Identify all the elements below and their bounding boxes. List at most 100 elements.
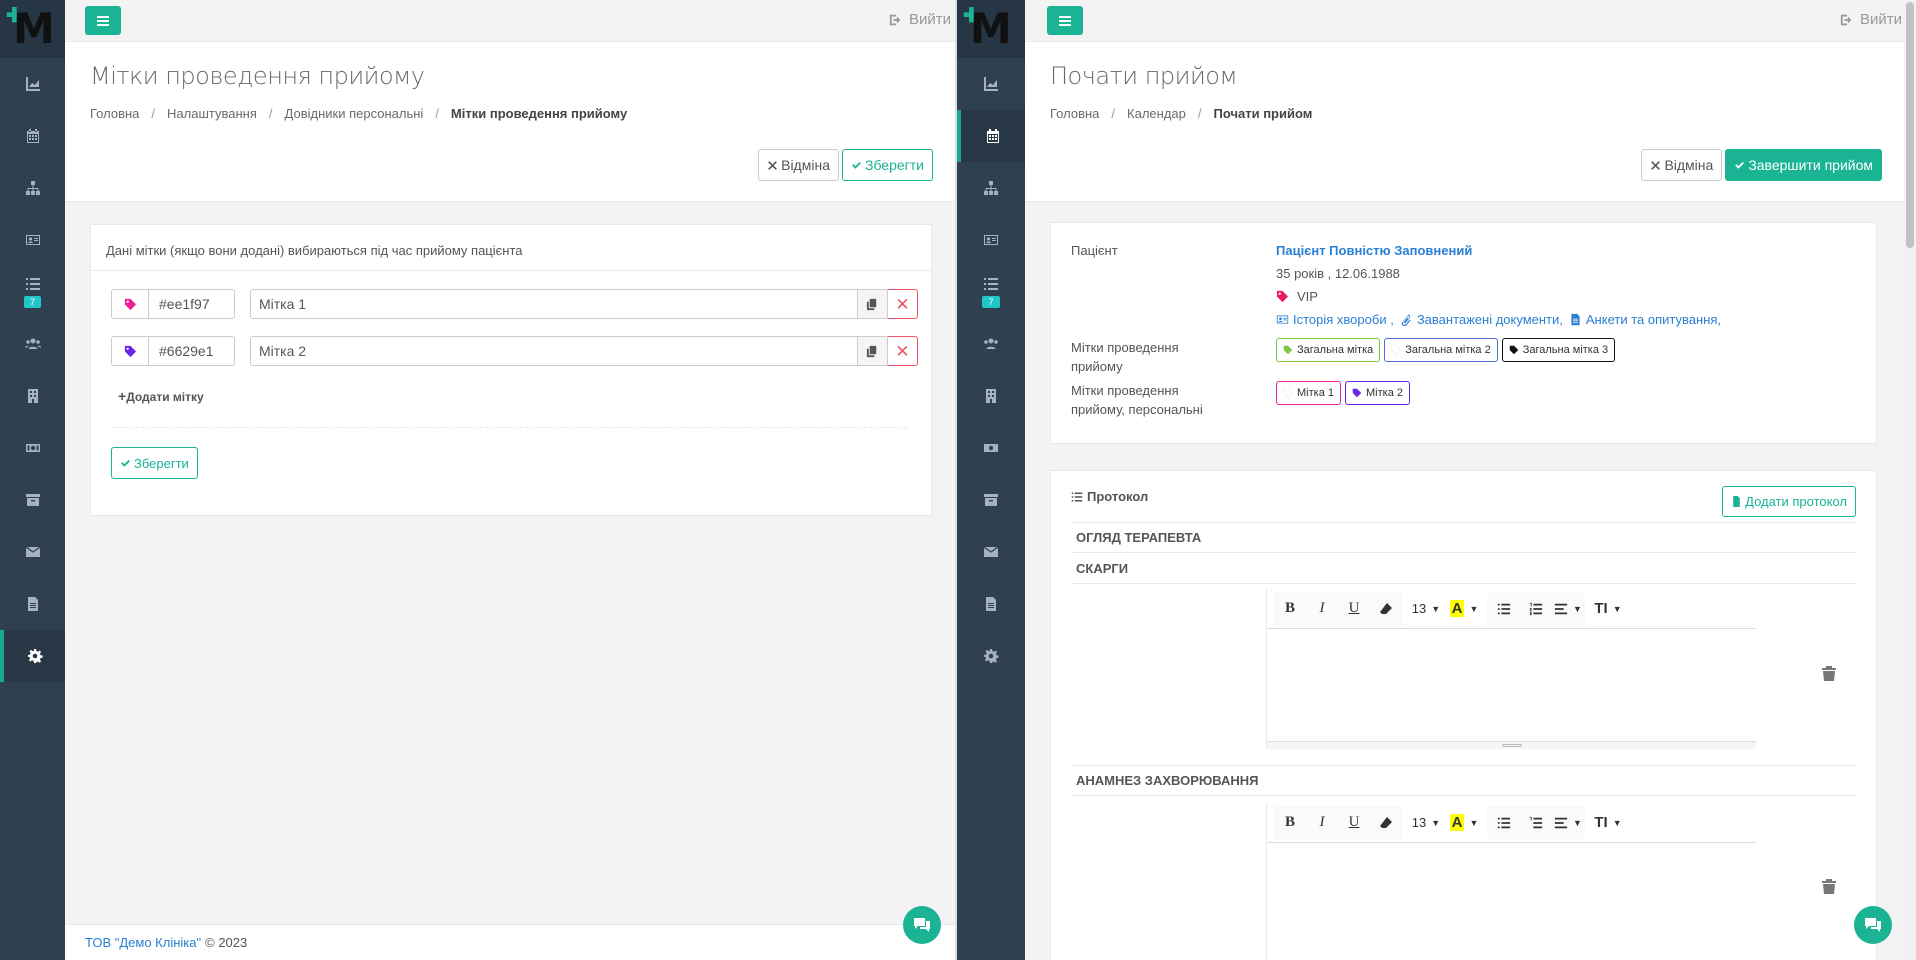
logo-letter: M bbox=[13, 4, 55, 53]
scrollbar-thumb[interactable] bbox=[1906, 2, 1914, 248]
bold-button[interactable]: B bbox=[1275, 808, 1305, 838]
nav-item-contacts[interactable] bbox=[957, 214, 1025, 266]
nav-item-building[interactable] bbox=[957, 370, 1025, 422]
nav-item-calendar[interactable] bbox=[957, 110, 1025, 162]
nav-item-tasks[interactable]: 7 bbox=[0, 266, 65, 318]
tag-color-input[interactable] bbox=[149, 289, 235, 319]
save-button[interactable]: Зберегти bbox=[841, 149, 933, 181]
caret-down-icon: ▼ bbox=[1431, 817, 1441, 828]
tag-name-input[interactable] bbox=[250, 336, 858, 366]
breadcrumb: Головна / Календар / Почати прийом bbox=[1050, 106, 1313, 121]
text-style-button[interactable]: TI ▼ bbox=[1593, 594, 1623, 624]
underline-button[interactable]: U bbox=[1339, 808, 1369, 838]
nav-item-patients[interactable] bbox=[957, 318, 1025, 370]
tag-icon bbox=[1276, 290, 1289, 303]
breadcrumb-personal-dictionaries[interactable]: Довідники персональні bbox=[285, 106, 424, 121]
nav-item-structure[interactable] bbox=[0, 162, 65, 214]
questionnaires-link[interactable]: Анкети та опитування, bbox=[1569, 310, 1721, 329]
nav-item-calendar[interactable] bbox=[0, 110, 65, 162]
file-icon bbox=[27, 597, 38, 611]
nav-item-archive[interactable] bbox=[0, 474, 65, 526]
logout-link[interactable]: Вийти bbox=[889, 11, 951, 28]
italic-button[interactable]: I bbox=[1307, 594, 1337, 624]
delete-section-button[interactable] bbox=[1822, 878, 1836, 894]
text-style-button[interactable]: TI ▼ bbox=[1593, 808, 1623, 838]
font-size-select[interactable]: 13 ▼ bbox=[1411, 594, 1441, 624]
medical-history-link[interactable]: Історія хвороби , bbox=[1276, 310, 1394, 329]
nav-item-dashboard[interactable] bbox=[957, 58, 1025, 110]
nav-item-structure[interactable] bbox=[957, 162, 1025, 214]
add-tag-button[interactable]: +Додати мітку bbox=[118, 388, 204, 404]
tag-chip[interactable]: Мітка 2 bbox=[1345, 381, 1410, 405]
nav-item-archive[interactable] bbox=[957, 474, 1025, 526]
tag-chip[interactable]: Мітка 1 bbox=[1276, 381, 1341, 405]
numbered-list-button[interactable] bbox=[1521, 594, 1551, 624]
menu-toggle-button[interactable] bbox=[1047, 6, 1083, 35]
tag-chip[interactable]: Загальна мітка bbox=[1276, 338, 1381, 362]
copy-tag-button[interactable] bbox=[858, 336, 888, 366]
align-button[interactable]: ▼ bbox=[1553, 808, 1583, 838]
chat-button[interactable] bbox=[903, 906, 941, 944]
patient-name-link[interactable]: Пацієнт Повністю Заповнений bbox=[1276, 241, 1472, 260]
breadcrumb-settings[interactable]: Налаштування bbox=[167, 106, 257, 121]
delete-section-button[interactable] bbox=[1822, 665, 1836, 681]
tag-color-swatch[interactable] bbox=[111, 289, 149, 319]
nav-item-documents[interactable] bbox=[0, 578, 65, 630]
highlight-color-button[interactable]: A ▼ bbox=[1449, 594, 1479, 624]
tag-name-input[interactable] bbox=[250, 289, 858, 319]
cancel-button[interactable]: Відміна bbox=[1641, 149, 1723, 181]
nav-item-documents[interactable] bbox=[957, 578, 1025, 630]
tag-color-swatch[interactable] bbox=[111, 336, 149, 366]
complaints-text-area[interactable] bbox=[1267, 629, 1756, 741]
nav-item-contacts[interactable] bbox=[0, 214, 65, 266]
bold-button[interactable]: B bbox=[1275, 594, 1305, 624]
bullet-list-button[interactable] bbox=[1489, 594, 1519, 624]
form-save-button[interactable]: Зберегти bbox=[111, 447, 198, 479]
bullet-list-button[interactable] bbox=[1489, 808, 1519, 838]
add-protocol-button[interactable]: Додати протокол bbox=[1722, 486, 1856, 517]
nav-item-finance[interactable] bbox=[957, 422, 1025, 474]
tag-chip[interactable]: Загальна мітка 2 bbox=[1384, 338, 1498, 362]
breadcrumb-home[interactable]: Головна bbox=[1050, 106, 1099, 121]
anamnesis-text-area[interactable] bbox=[1267, 843, 1756, 955]
nav-item-settings[interactable] bbox=[0, 630, 65, 682]
resize-handle[interactable] bbox=[1267, 741, 1756, 749]
eraser-button[interactable] bbox=[1371, 594, 1401, 624]
underline-button[interactable]: U bbox=[1339, 594, 1369, 624]
font-size-select[interactable]: 13 ▼ bbox=[1411, 808, 1441, 838]
eraser-button[interactable] bbox=[1371, 808, 1401, 838]
nav-item-finance[interactable] bbox=[0, 422, 65, 474]
delete-tag-button[interactable]: ✕ bbox=[888, 336, 918, 366]
finish-appointment-button[interactable]: Завершити прийом bbox=[1725, 149, 1882, 181]
scrollbar[interactable] bbox=[1904, 0, 1916, 960]
tag-row: ✕ bbox=[111, 288, 918, 320]
nav-item-mail[interactable] bbox=[957, 526, 1025, 578]
delete-tag-button[interactable]: ✕ bbox=[888, 289, 918, 319]
clinic-logo[interactable]: ✚ M bbox=[957, 0, 1025, 58]
clinic-logo[interactable]: ✚ M bbox=[0, 0, 65, 58]
copy-tag-button[interactable] bbox=[858, 289, 888, 319]
caret-down-icon: ▼ bbox=[1573, 817, 1582, 828]
italic-button[interactable]: I bbox=[1307, 808, 1337, 838]
uploaded-documents-link[interactable]: Завантажені документи, bbox=[1400, 310, 1563, 329]
tag-chip[interactable]: Загальна мітка 3 bbox=[1501, 338, 1616, 362]
nav-item-building[interactable] bbox=[0, 370, 65, 422]
nav-item-mail[interactable] bbox=[0, 526, 65, 578]
nav-item-tasks[interactable]: 7 bbox=[957, 266, 1025, 318]
tag-color-input[interactable] bbox=[149, 336, 235, 366]
chat-button[interactable] bbox=[1854, 906, 1892, 944]
breadcrumb-calendar[interactable]: Календар bbox=[1127, 106, 1186, 121]
logout-link[interactable]: Вийти bbox=[1840, 11, 1902, 28]
breadcrumb-home[interactable]: Головна bbox=[90, 106, 139, 121]
nav-item-settings[interactable] bbox=[957, 630, 1025, 682]
align-button[interactable]: ▼ bbox=[1553, 594, 1583, 624]
menu-toggle-button[interactable] bbox=[85, 6, 121, 35]
cancel-button[interactable]: Відміна bbox=[758, 149, 839, 181]
nav-item-dashboard[interactable] bbox=[0, 58, 65, 110]
nav-item-patients[interactable] bbox=[0, 318, 65, 370]
footer-company-link[interactable]: ТОВ "Демо Клініка" bbox=[85, 935, 201, 950]
tag-icon bbox=[1283, 388, 1293, 398]
numbered-list-button[interactable] bbox=[1521, 808, 1551, 838]
chart-icon bbox=[25, 77, 40, 91]
highlight-color-button[interactable]: A ▼ bbox=[1449, 808, 1479, 838]
